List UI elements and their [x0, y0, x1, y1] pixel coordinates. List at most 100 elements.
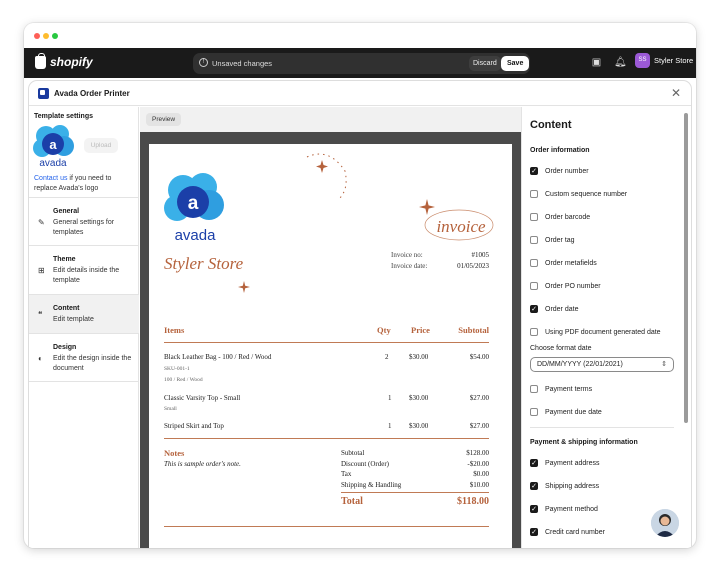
total-value: $0.00 — [473, 470, 489, 478]
window-titlebar — [24, 23, 696, 48]
sparkle-icon — [238, 281, 250, 293]
option-credit-card-number[interactable]: ✓ Credit card number — [530, 528, 605, 536]
shopify-logo[interactable]: shopify — [35, 52, 93, 69]
nav-general-title: General — [53, 208, 80, 215]
close-dot[interactable] — [34, 33, 40, 39]
app-icon — [38, 88, 49, 99]
grand-total-label: Total — [341, 496, 363, 507]
store-menu[interactable]: SS Styler Store — [635, 53, 693, 68]
row-subtotal: $54.00 — [469, 353, 489, 361]
bell-icon[interactable]: 🔔︎ — [614, 57, 627, 68]
option-order-number[interactable]: ✓ Order number — [530, 167, 589, 175]
row-qty: 1 — [388, 422, 392, 430]
preview-pane: Preview a avada Styler Store invoice Inv… — [140, 107, 521, 548]
svg-text:avada: avada — [39, 158, 67, 169]
checkbox[interactable] — [530, 408, 538, 416]
checkbox-checked[interactable]: ✓ — [530, 505, 538, 513]
option-order-metafields[interactable]: Order metafields — [530, 259, 597, 267]
edit-icon: ✎ — [38, 218, 45, 227]
chevron-updown-icon: ⇕ — [661, 361, 667, 368]
sidekick-icon[interactable]: ▣ — [591, 57, 602, 68]
option-label: Payment method — [545, 505, 598, 513]
row-variant: 100 / Red / Wood — [164, 377, 203, 383]
content-title: Content — [530, 119, 572, 131]
row-price: $30.00 — [409, 394, 429, 402]
option-payment-method[interactable]: ✓ Payment method — [530, 505, 598, 513]
decorative-arc — [306, 153, 347, 200]
format-date-select[interactable]: DD/MM/YYYY (22/01/2021) ⇕ — [530, 357, 674, 372]
grand-total-value: $118.00 — [457, 496, 489, 507]
checkbox[interactable] — [530, 385, 538, 393]
col-items: Items — [164, 325, 185, 335]
option-shipping-address[interactable]: ✓ Shipping address — [530, 482, 599, 490]
save-button[interactable]: Save — [501, 56, 530, 71]
totals-values: $128.00 -$20.00 $0.00 $10.00 — [439, 448, 489, 490]
checkbox-checked[interactable]: ✓ — [530, 459, 538, 467]
nav-general[interactable]: ✎ General General settings for templates — [29, 197, 139, 245]
svg-text:invoice: invoice — [436, 217, 486, 236]
svg-text:a: a — [49, 137, 57, 152]
row-qty: 1 — [388, 394, 392, 402]
nav-theme[interactable]: ⊞ Theme Edit details inside the template — [29, 245, 139, 294]
option-payment-due-date[interactable]: Payment due date — [530, 408, 602, 416]
checkbox-checked[interactable]: ✓ — [530, 167, 538, 175]
total-label: Subtotal — [341, 449, 365, 457]
order-info-heading: Order information — [530, 147, 590, 154]
checkbox[interactable] — [530, 259, 538, 267]
contact-us-link[interactable]: Contact us — [34, 175, 67, 182]
close-icon[interactable]: ✕ — [671, 86, 681, 100]
option-order-date[interactable]: ✓ Order date — [530, 305, 578, 313]
invoice-no-value: #1005 — [471, 251, 490, 259]
tab-preview[interactable]: Preview — [146, 113, 182, 126]
discard-button[interactable]: Discard — [469, 56, 501, 71]
col-subtotal: Subtotal — [458, 325, 489, 335]
option-label: Order PO number — [545, 282, 601, 290]
nav-content[interactable]: ❝ Content Edit template — [29, 294, 139, 333]
checkbox-checked[interactable]: ✓ — [530, 305, 538, 313]
option-payment-terms[interactable]: Payment terms — [530, 385, 592, 393]
total-value: -$20.00 — [467, 459, 489, 468]
invoice-paper: a avada Styler Store invoice Invoice no:… — [149, 144, 512, 548]
svg-text:avada: avada — [175, 227, 217, 244]
scrollbar[interactable] — [684, 113, 688, 423]
upload-button[interactable]: Upload — [84, 138, 118, 153]
checkbox[interactable] — [530, 282, 538, 290]
option-order-po-number[interactable]: Order PO number — [530, 282, 601, 290]
agent-portrait-icon — [651, 509, 679, 537]
minimize-dot[interactable] — [43, 33, 49, 39]
checkbox-checked[interactable]: ✓ — [530, 482, 538, 490]
totals-divider — [341, 492, 489, 493]
nav-design[interactable]: ◐ Design Edit the design inside the docu… — [29, 333, 139, 382]
checkbox[interactable] — [530, 213, 538, 221]
browser-window: shopify ! Unsaved changes Discard Save ▣… — [24, 23, 696, 548]
avatar: SS — [635, 53, 650, 68]
app-modal: Avada Order Printer ✕ Template settings … — [29, 81, 691, 548]
unsaved-text: Unsaved changes — [212, 59, 273, 68]
option-label: Credit card number — [545, 528, 605, 536]
checkbox-checked[interactable]: ✓ — [530, 528, 538, 536]
option-payment-address[interactable]: ✓ Payment address — [530, 459, 599, 467]
option-order-barcode[interactable]: Order barcode — [530, 213, 590, 221]
format-date-label: Choose format date — [530, 345, 592, 352]
notes-label: Notes — [164, 448, 185, 458]
option-custom-sequence-number[interactable]: Custom sequence number — [530, 190, 627, 198]
payment-shipping-heading: Payment & shipping information — [530, 439, 638, 446]
quote-icon: ❝ — [38, 310, 43, 319]
checkbox[interactable] — [530, 328, 538, 336]
option-pdf-generated-date[interactable]: Using PDF document generated date — [530, 328, 661, 336]
support-agent-avatar[interactable] — [651, 509, 679, 537]
option-order-tag[interactable]: Order tag — [530, 236, 575, 244]
option-label: Custom sequence number — [545, 190, 628, 198]
layout-icon: ⊞ — [38, 266, 45, 275]
col-price: Price — [411, 325, 430, 335]
items-divider — [164, 438, 489, 439]
contact-note: Contact us if you need to replace Avada'… — [34, 174, 134, 194]
avada-logo: a avada — [33, 125, 74, 169]
checkbox[interactable] — [530, 236, 538, 244]
total-label: Discount (Order) — [341, 459, 390, 468]
checkbox[interactable] — [530, 190, 538, 198]
store-name: Styler Store — [654, 56, 694, 65]
maximize-dot[interactable] — [52, 33, 58, 39]
palette-icon: ◐ — [38, 354, 43, 363]
row-qty: 2 — [385, 353, 389, 361]
